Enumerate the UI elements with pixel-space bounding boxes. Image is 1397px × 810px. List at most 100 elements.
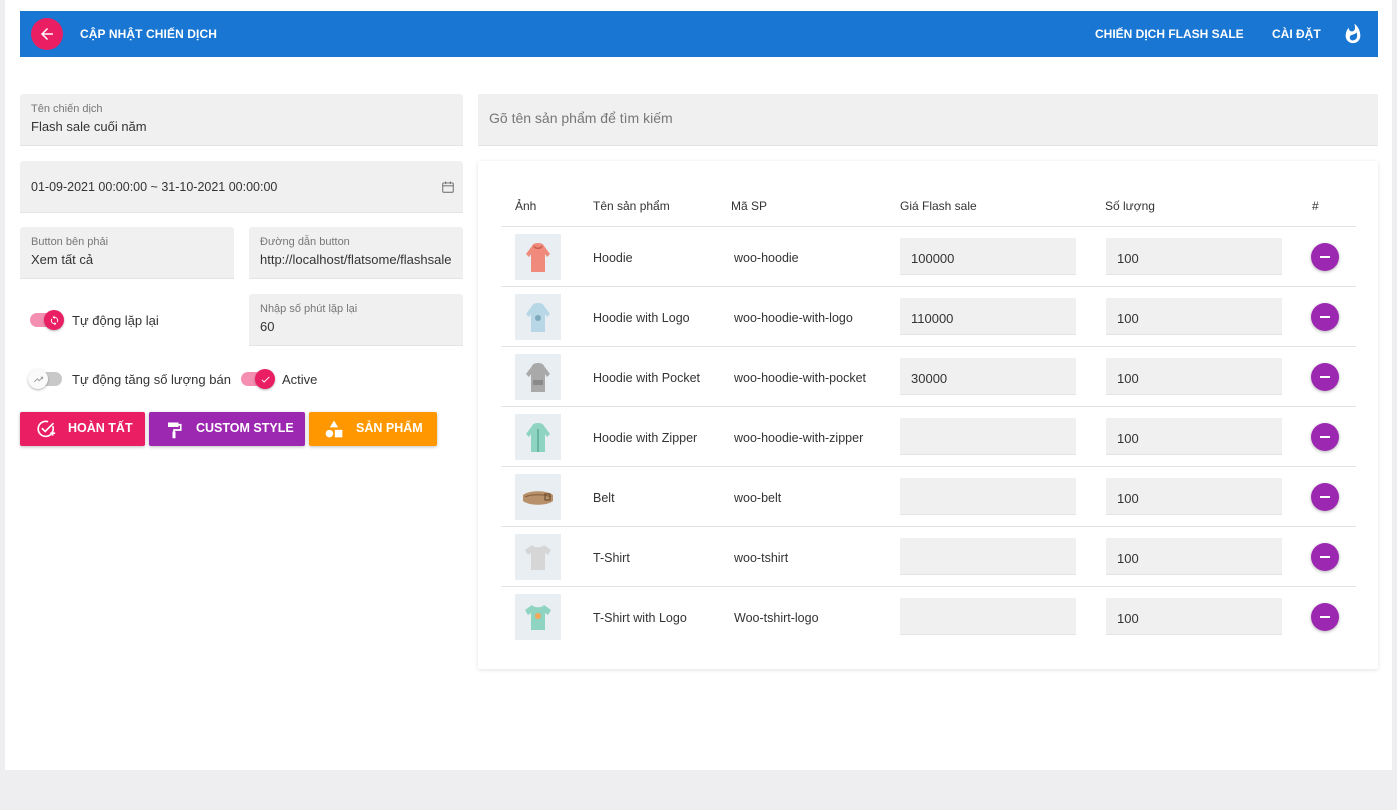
date-range-field[interactable]: 01-09-2021 00:00:00 ~ 31-10-2021 00:00:0… <box>20 161 463 213</box>
repeat-minutes-field[interactable]: Nhập số phút lặp lại 60 <box>249 294 463 346</box>
product-thumbnail <box>515 234 561 280</box>
table-row: Hoodie woo-hoodie <box>501 226 1356 286</box>
products-button[interactable]: SẢN PHẨM <box>309 412 437 446</box>
button-link-value[interactable]: http://localhost/flatsome/flashsale <box>260 252 453 267</box>
button-link-label: Đường dẫn button <box>260 236 350 248</box>
campaign-name-value[interactable]: Flash sale cuối năm <box>31 119 147 134</box>
flash-price-input[interactable] <box>900 358 1076 395</box>
remove-product-button[interactable] <box>1311 543 1339 571</box>
flash-price-input[interactable] <box>900 238 1076 275</box>
product-thumbnail <box>515 294 561 340</box>
repeat-minutes-label: Nhập số phút lặp lại <box>260 303 358 315</box>
date-range-value[interactable]: 01-09-2021 00:00:00 ~ 31-10-2021 00:00:0… <box>31 180 277 194</box>
calendar-icon[interactable] <box>441 180 455 194</box>
quantity-input[interactable] <box>1106 358 1282 395</box>
flash-price-input[interactable] <box>900 598 1076 635</box>
app-bar: CẬP NHẬT CHIẾN DỊCH CHIẾN DỊCH FLASH SAL… <box>20 11 1378 57</box>
minus-icon <box>1320 496 1330 498</box>
product-thumbnail <box>515 594 561 640</box>
arrow-left-icon <box>41 28 53 40</box>
minus-icon <box>1320 616 1330 618</box>
product-sku: woo-hoodie-with-logo <box>734 311 853 325</box>
button-link-field[interactable]: Đường dẫn button http://localhost/flatso… <box>249 227 463 279</box>
custom-style-button[interactable]: CUSTOM STYLE <box>149 412 305 446</box>
table-row: T-Shirt woo-tshirt <box>501 526 1356 586</box>
paint-roller-icon <box>168 422 182 439</box>
product-thumbnail <box>515 354 561 400</box>
check-add-icon <box>37 420 56 438</box>
campaign-name-label: Tên chiến dịch <box>31 103 103 115</box>
quantity-input[interactable] <box>1106 478 1282 515</box>
repeat-minutes-value[interactable]: 60 <box>260 319 274 334</box>
col-header-sku: Mã SP <box>731 199 768 213</box>
repeat-icon <box>44 310 64 330</box>
minus-icon <box>1320 316 1330 318</box>
page-title: CẬP NHẬT CHIẾN DỊCH <box>80 27 218 41</box>
settings-link[interactable]: CÀI ĐẶT <box>1272 27 1321 41</box>
product-thumbnail <box>515 534 561 580</box>
product-sku: woo-tshirt <box>734 551 789 565</box>
flash-sale-campaigns-link[interactable]: CHIẾN DỊCH FLASH SALE <box>1095 27 1244 41</box>
remove-product-button[interactable] <box>1311 303 1339 331</box>
product-search-input[interactable] <box>489 110 1349 126</box>
remove-product-button[interactable] <box>1311 603 1339 631</box>
product-name: Hoodie with Pocket <box>593 371 701 385</box>
product-name: T-Shirt <box>593 551 630 565</box>
product-name: T-Shirt with Logo <box>593 611 687 625</box>
auto-increase-label: Tự động tăng số lượng bán <box>72 372 231 387</box>
minus-icon <box>1320 376 1330 378</box>
auto-increase-toggle[interactable] <box>28 369 62 389</box>
product-thumbnail <box>515 414 561 460</box>
active-toggle[interactable] <box>241 369 275 389</box>
flash-price-input[interactable] <box>900 478 1076 515</box>
fire-icon[interactable] <box>1342 22 1364 46</box>
auto-repeat-toggle[interactable] <box>30 310 64 330</box>
products-button-label: SẢN PHẨM <box>356 421 423 435</box>
product-sku: woo-hoodie-with-pocket <box>734 371 867 385</box>
product-name: Hoodie with Zipper <box>593 431 698 445</box>
remove-product-button[interactable] <box>1311 363 1339 391</box>
product-sku: woo-belt <box>734 491 782 505</box>
product-sku: Woo-tshirt-logo <box>734 611 819 625</box>
quantity-input[interactable] <box>1106 538 1282 575</box>
table-row: Hoodie with Logo woo-hoodie-with-logo <box>501 286 1356 346</box>
shapes-icon <box>325 420 343 438</box>
back-button[interactable] <box>31 18 63 50</box>
active-label: Active <box>282 372 318 387</box>
product-name: Belt <box>593 491 615 505</box>
product-name: Hoodie <box>593 251 633 265</box>
campaign-name-field[interactable]: Tên chiến dịch Flash sale cuối năm <box>20 94 463 146</box>
trending-up-icon <box>28 369 48 389</box>
col-header-actions: # <box>1312 199 1319 213</box>
product-table-card: Ảnh Tên sản phẩm Mã SP Giá Flash sale Số… <box>478 161 1378 669</box>
minus-icon <box>1320 436 1330 438</box>
remove-product-button[interactable] <box>1311 423 1339 451</box>
right-button-label: Button bên phải <box>31 236 109 248</box>
remove-product-button[interactable] <box>1311 243 1339 271</box>
quantity-input[interactable] <box>1106 238 1282 275</box>
flash-price-input[interactable] <box>900 538 1076 575</box>
table-row: Belt woo-belt <box>501 466 1356 526</box>
quantity-input[interactable] <box>1106 298 1282 335</box>
complete-button[interactable]: HOÀN TẤT <box>20 412 145 446</box>
product-sku: woo-hoodie <box>734 251 799 265</box>
product-name: Hoodie with Logo <box>593 311 690 325</box>
remove-product-button[interactable] <box>1311 483 1339 511</box>
flash-price-input[interactable] <box>900 298 1076 335</box>
minus-icon <box>1320 256 1330 258</box>
product-thumbnail <box>515 474 561 520</box>
quantity-input[interactable] <box>1106 418 1282 455</box>
col-header-quantity: Số lượng <box>1105 199 1155 213</box>
flash-price-input[interactable] <box>900 418 1076 455</box>
table-row: T-Shirt with Logo Woo-tshirt-logo <box>501 586 1356 646</box>
product-search-box[interactable] <box>478 94 1378 146</box>
custom-style-button-label: CUSTOM STYLE <box>196 421 294 435</box>
col-header-image: Ảnh <box>515 199 537 213</box>
right-button-value[interactable]: Xem tất cả <box>31 252 93 267</box>
minus-icon <box>1320 556 1330 558</box>
col-header-flash-price: Giá Flash sale <box>900 199 977 213</box>
right-button-field[interactable]: Button bên phải Xem tất cả <box>20 227 234 279</box>
table-row: Hoodie with Pocket woo-hoodie-with-pocke… <box>501 346 1356 406</box>
quantity-input[interactable] <box>1106 598 1282 635</box>
product-sku: woo-hoodie-with-zipper <box>734 431 864 445</box>
